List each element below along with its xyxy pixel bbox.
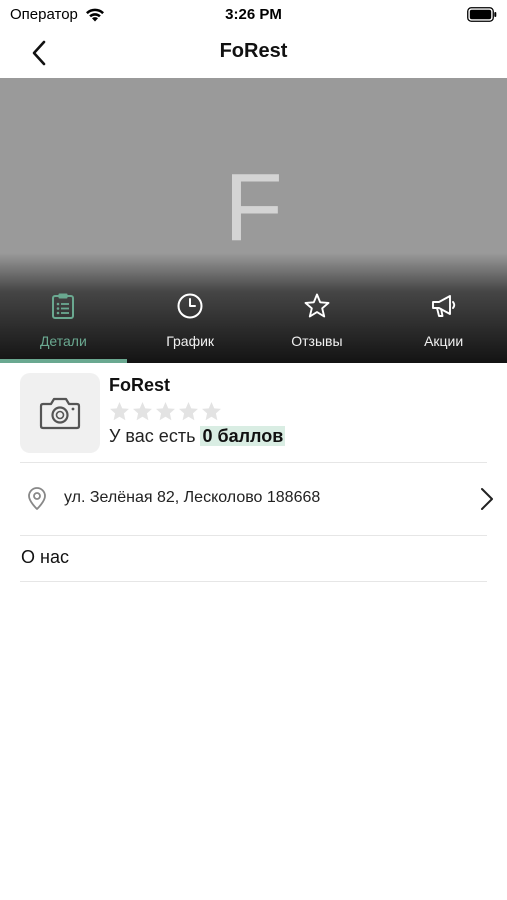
tab-label: График bbox=[166, 333, 215, 349]
page-title: FoRest bbox=[219, 40, 288, 62]
tab-label: Отзывы bbox=[291, 333, 343, 349]
status-time: 3:26 PM bbox=[225, 6, 282, 23]
about-us-row[interactable]: О нас bbox=[0, 535, 507, 581]
points-balance: У вас есть 0 баллов bbox=[109, 426, 286, 447]
address-row[interactable]: ул. Зелёная 82, Лесколово 188668 bbox=[0, 463, 507, 535]
megaphone-icon bbox=[429, 291, 459, 321]
tab-promotions[interactable]: Акции bbox=[380, 283, 507, 363]
points-prefix: У вас есть bbox=[109, 426, 196, 446]
divider bbox=[20, 581, 487, 582]
venue-name: FoRest bbox=[109, 375, 171, 395]
battery-icon bbox=[467, 7, 497, 22]
star-icon bbox=[156, 402, 175, 421]
star-icon bbox=[202, 402, 221, 421]
star-icon bbox=[110, 402, 129, 421]
tab-reviews[interactable]: Отзывы bbox=[254, 283, 381, 363]
chevron-right-icon bbox=[481, 488, 493, 510]
back-button[interactable] bbox=[24, 38, 54, 68]
address-text: ул. Зелёная 82, Лесколово 188668 bbox=[64, 489, 321, 506]
navigation-bar: FoRest bbox=[0, 30, 507, 78]
tab-label: Акции bbox=[424, 333, 464, 349]
star-outline-icon bbox=[302, 291, 332, 321]
about-us-label: О нас bbox=[21, 547, 69, 567]
clock-icon bbox=[175, 291, 205, 321]
tab-bar: Детали График Отзывы Акции bbox=[0, 283, 507, 363]
points-value: 0 баллов bbox=[200, 426, 286, 446]
rating-stars bbox=[109, 401, 222, 422]
tab-details[interactable]: Детали bbox=[0, 283, 127, 363]
location-pin-icon bbox=[28, 487, 46, 510]
camera-icon bbox=[39, 397, 81, 430]
star-icon bbox=[133, 402, 152, 421]
venue-photo-placeholder[interactable] bbox=[20, 373, 100, 453]
status-bar: Оператор 3:26 PM bbox=[0, 0, 507, 30]
hero-placeholder-letter: F bbox=[224, 154, 283, 261]
tab-schedule[interactable]: График bbox=[127, 283, 254, 363]
chevron-left-icon bbox=[32, 40, 46, 66]
clipboard-list-icon bbox=[48, 291, 78, 321]
tab-label: Детали bbox=[39, 333, 87, 349]
active-tab-indicator bbox=[0, 359, 127, 363]
star-icon bbox=[179, 402, 198, 421]
